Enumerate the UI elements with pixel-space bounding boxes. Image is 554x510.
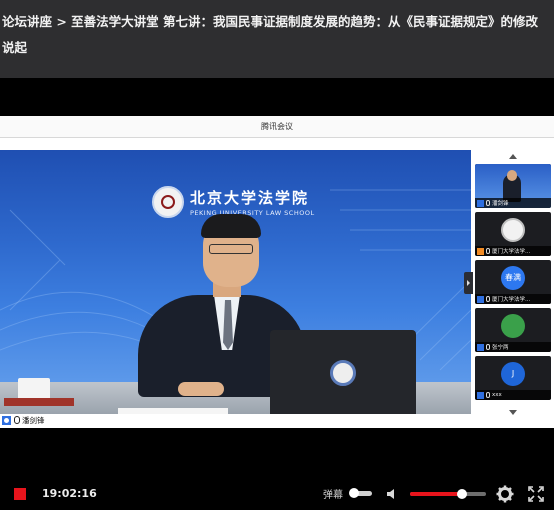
participant-panel: 潘剑锋 厦门大学法学... 春满 厦门大学法学... 张宁两 J xxx xyxy=(473,138,554,428)
school-name-en: PEKING UNIVERSITY LAW SCHOOL xyxy=(190,209,315,217)
volume-level xyxy=(410,492,462,496)
meeting-window-title: 腾讯会议 xyxy=(0,116,554,138)
microphone-icon xyxy=(486,296,490,302)
main-speaker-name: 潘剑锋 xyxy=(22,415,45,425)
speaker-hands xyxy=(178,382,224,396)
gear-icon[interactable] xyxy=(496,485,514,503)
books xyxy=(4,398,74,406)
microphone-icon xyxy=(486,200,490,206)
participant-tile[interactable]: 张宁两 xyxy=(475,308,551,352)
video-player-page: 论坛讲座 > 至善法学大讲堂 第七讲：我国民事证据制度发展的趋势：从《民事证据规… xyxy=(0,0,554,510)
avatar xyxy=(501,314,525,338)
stop-button[interactable] xyxy=(14,488,26,500)
school-name-cn: 北京大学法学院 xyxy=(190,189,310,207)
speaker-hair xyxy=(201,214,261,238)
participant-tile[interactable]: 潘剑锋 xyxy=(475,164,551,208)
main-speaker-video[interactable]: 北京大学法学院 PEKING UNIVERSITY LAW SCHOOL xyxy=(0,150,471,414)
speaker-glasses xyxy=(209,244,253,254)
microphone-icon xyxy=(14,416,20,424)
scroll-up-icon[interactable] xyxy=(509,154,517,159)
user-icon xyxy=(2,415,11,425)
title-bar: 论坛讲座 > 至善法学大讲堂 第七讲：我国民事证据制度发展的趋势：从《民事证据规… xyxy=(0,0,554,78)
main-speaker-name-tag: 潘剑锋 xyxy=(0,414,120,426)
papers xyxy=(118,408,228,414)
user-icon xyxy=(477,295,484,303)
user-icon xyxy=(477,391,484,399)
meeting-window: 腾讯会议 北京大学法学院 PEKING UNIVERSITY LAW SCHOO… xyxy=(0,116,554,428)
participant-tile[interactable]: 春满 厦门大学法学... xyxy=(475,260,551,304)
participant-name: 张宁两 xyxy=(492,345,509,351)
microphone-icon xyxy=(486,344,490,350)
participant-tile[interactable]: J xxx xyxy=(475,356,551,400)
participant-name: 潘剑锋 xyxy=(492,201,509,207)
participant-name: xxx xyxy=(492,392,502,398)
fullscreen-icon[interactable] xyxy=(527,485,545,503)
participant-tile[interactable]: 厦门大学法学... xyxy=(475,212,551,256)
laptop-sticker-icon xyxy=(330,360,356,386)
danmu-label: 弹幕 xyxy=(323,490,343,501)
microphone-icon xyxy=(486,392,490,398)
avatar: J xyxy=(501,362,525,386)
collapse-panel-button[interactable] xyxy=(464,272,473,294)
user-icon xyxy=(477,343,484,351)
page-title: 论坛讲座 > 至善法学大讲堂 第七讲：我国民事证据制度发展的趋势：从《民事证据规… xyxy=(2,14,539,55)
participant-name: 厦门大学法学... xyxy=(492,249,531,255)
volume-slider[interactable] xyxy=(410,489,486,499)
player-controls: 19:02:16 弹幕 xyxy=(0,478,554,510)
scroll-down-icon[interactable] xyxy=(509,410,517,415)
user-icon xyxy=(477,199,484,207)
host-icon xyxy=(477,247,484,255)
avatar: 春满 xyxy=(501,266,525,290)
playback-time: 19:02:16 xyxy=(42,487,97,500)
microphone-icon xyxy=(486,248,490,254)
school-seal-icon xyxy=(152,186,184,218)
avatar xyxy=(501,218,525,242)
participant-name: 厦门大学法学... xyxy=(492,297,531,303)
danmu-toggle[interactable] xyxy=(349,488,372,498)
volume-slider-handle[interactable] xyxy=(456,489,467,499)
danmu-toggle-knob[interactable] xyxy=(349,488,359,498)
volume-icon[interactable] xyxy=(385,487,399,501)
